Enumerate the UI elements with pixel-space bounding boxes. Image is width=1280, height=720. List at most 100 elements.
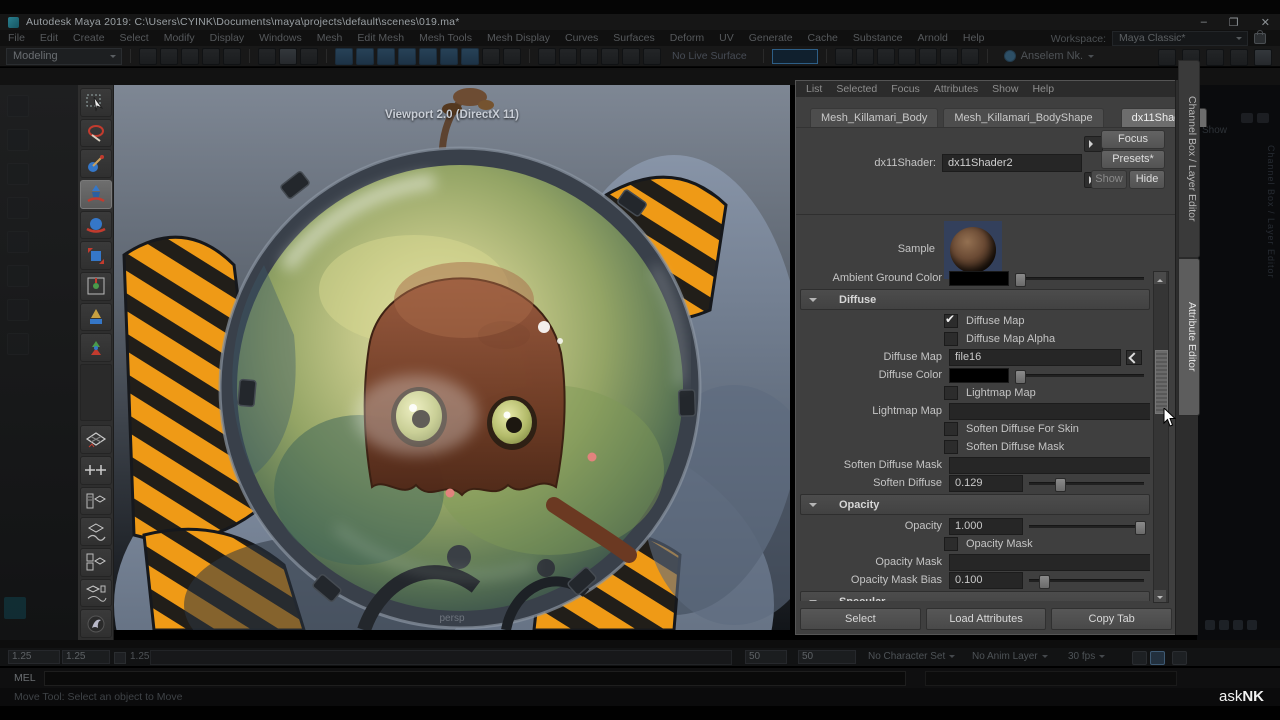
ae-menu-item[interactable]: Show — [992, 83, 1018, 95]
lightmap-map-checkbox[interactable] — [944, 386, 958, 400]
new-scene-icon[interactable] — [139, 48, 157, 65]
menu-item[interactable]: Arnold — [918, 32, 948, 44]
tab-mesh-body[interactable]: Mesh_Killamari_Body — [810, 108, 938, 127]
copy-tab-button[interactable]: Copy Tab — [1051, 608, 1172, 630]
viewport-panel[interactable]: Viewport 2.0 (DirectX 11) persp — [114, 85, 790, 630]
attribute-scrollbar[interactable] — [1153, 271, 1169, 603]
diffuse-section-header[interactable]: Diffuse — [800, 289, 1150, 310]
snap-projected-icon[interactable] — [398, 48, 416, 65]
select-button[interactable]: Select — [800, 608, 921, 630]
close-button[interactable]: ✕ — [1261, 16, 1270, 29]
scrollbar-down-icon[interactable] — [1154, 590, 1166, 602]
opacity-mask-input[interactable] — [949, 554, 1150, 571]
ambient-ground-color-swatch[interactable] — [949, 271, 1009, 286]
time-slider[interactable] — [0, 640, 1280, 648]
four-pane-layout-icon[interactable] — [80, 456, 112, 485]
attribute-editor-toggle-icon[interactable] — [1230, 49, 1248, 66]
menu-item[interactable]: Create — [73, 32, 105, 44]
snap-grid-icon[interactable] — [335, 48, 353, 65]
undo-icon[interactable] — [202, 48, 220, 65]
tool-settings-toggle-icon[interactable] — [1254, 49, 1272, 66]
channel-box-vertical-tab[interactable]: Channel Box / Layer Editor — [1178, 60, 1200, 258]
menu-item[interactable]: Windows — [259, 32, 302, 44]
focus-button[interactable]: Focus — [1101, 130, 1165, 149]
attribute-editor-vertical-tab[interactable]: Attribute Editor — [1178, 258, 1200, 416]
render-settings-icon[interactable] — [898, 48, 916, 65]
workspace-lock-icon[interactable] — [1254, 33, 1266, 44]
menu-item[interactable]: Mesh Display — [487, 32, 550, 44]
menu-item[interactable]: Mesh Tools — [419, 32, 472, 44]
ambient-ground-color-slider[interactable] — [1015, 277, 1144, 280]
specular-section-header[interactable]: Specular — [800, 591, 1150, 601]
menu-item[interactable]: Surfaces — [613, 32, 654, 44]
opacity-section-header[interactable]: Opacity — [800, 494, 1150, 515]
soften-diffuse-slider[interactable] — [1029, 482, 1144, 485]
hypershade-persp-layout-icon[interactable] — [80, 548, 112, 577]
single-pane-layout-icon[interactable] — [80, 425, 112, 454]
auto-keyframe-icon[interactable] — [1172, 651, 1187, 665]
paint-effects-panel-icon[interactable] — [80, 609, 112, 638]
hide-button[interactable]: Hide — [1129, 170, 1165, 189]
range-checkbox[interactable] — [114, 652, 126, 664]
soften-diffuse-value[interactable]: 0.129 — [949, 475, 1023, 492]
selection-mask-field[interactable] — [772, 49, 818, 64]
menu-set-dropdown[interactable]: Modeling — [6, 48, 122, 65]
opacity-mask-bias-slider[interactable] — [1029, 579, 1144, 582]
ae-menu-item[interactable]: Selected — [836, 83, 877, 95]
modeling-toolkit-icon[interactable] — [1158, 49, 1176, 66]
last-tool-used-icon[interactable] — [80, 333, 112, 362]
user-account-dropdown[interactable]: Anselem Nk. — [1004, 50, 1094, 62]
ae-menu-item[interactable]: Focus — [891, 83, 920, 95]
diffuse-color-swatch[interactable] — [949, 368, 1009, 383]
ipr-render-icon[interactable] — [877, 48, 895, 65]
ae-menu-item[interactable]: Attributes — [934, 83, 978, 95]
diffuse-map-alpha-checkbox[interactable] — [944, 332, 958, 346]
lock-selection-icon[interactable] — [482, 48, 500, 65]
soft-select-icon[interactable] — [622, 48, 640, 65]
paint-select-tool-icon[interactable] — [80, 149, 112, 178]
anim-end-field[interactable]: 50 — [798, 650, 856, 664]
diffuse-map-checkbox[interactable] — [944, 314, 958, 328]
opacity-value[interactable]: 1.000 — [949, 518, 1023, 535]
universal-manipulator-icon[interactable] — [80, 272, 112, 301]
soft-modification-tool-icon[interactable] — [80, 303, 112, 332]
menu-item[interactable]: Display — [210, 32, 244, 44]
output-connections-icon[interactable] — [559, 48, 577, 65]
hypershade-icon[interactable] — [919, 48, 937, 65]
input-connections-icon[interactable] — [538, 48, 556, 65]
menu-item[interactable]: Cache — [808, 32, 838, 44]
menu-item[interactable]: Deform — [670, 32, 704, 44]
make-live-icon[interactable] — [461, 48, 479, 65]
menu-item[interactable]: Curves — [565, 32, 598, 44]
menu-item[interactable]: Generate — [749, 32, 793, 44]
shader-name-field[interactable]: dx11Shader2 — [942, 154, 1082, 172]
symmetry-icon[interactable] — [643, 48, 661, 65]
menu-item[interactable]: Modify — [164, 32, 195, 44]
lasso-tool-icon[interactable] — [80, 119, 112, 148]
minimize-button[interactable]: – — [1201, 16, 1207, 28]
redo-icon[interactable] — [223, 48, 241, 65]
move-tool-icon[interactable] — [80, 180, 112, 209]
opacity-slider[interactable] — [1029, 525, 1144, 528]
snap-surface-icon[interactable] — [440, 48, 458, 65]
soften-diffuse-mask-checkbox[interactable] — [944, 440, 958, 454]
rotate-tool-icon[interactable] — [80, 211, 112, 240]
workspace-dropdown[interactable]: Maya Classic* — [1112, 31, 1248, 46]
snap-together-icon[interactable] — [601, 48, 619, 65]
save-scene-icon[interactable] — [181, 48, 199, 65]
scrollbar-thumb[interactable] — [1155, 350, 1168, 414]
fps-dropdown[interactable]: 30 fps — [1068, 651, 1105, 662]
diffuse-map-input[interactable]: file16 — [949, 349, 1121, 366]
diffuse-map-connection-icon[interactable] — [1126, 350, 1142, 365]
opacity-mask-bias-value[interactable]: 0.100 — [949, 572, 1023, 589]
render-current-frame-icon[interactable] — [856, 48, 874, 65]
persp-graph-layout-icon[interactable] — [80, 517, 112, 546]
presets-button[interactable]: Presets* — [1101, 150, 1165, 169]
soften-diffuse-for-skin-checkbox[interactable] — [944, 422, 958, 436]
character-set-dropdown[interactable]: No Character Set — [868, 651, 955, 662]
playback-end-field[interactable]: 50 — [745, 650, 787, 664]
range-slider-track[interactable] — [150, 650, 732, 665]
scale-tool-icon[interactable] — [80, 241, 112, 270]
menu-item[interactable]: Edit — [40, 32, 58, 44]
highlight-selection-icon[interactable] — [503, 48, 521, 65]
